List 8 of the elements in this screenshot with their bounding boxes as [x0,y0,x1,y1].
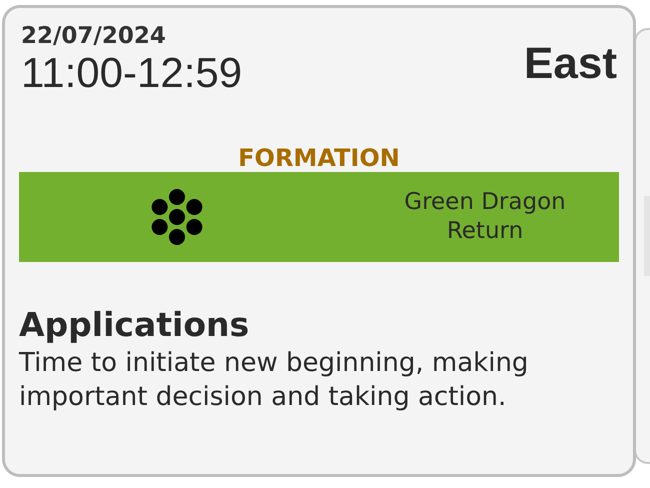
formation-label: FORMATION [237,144,401,172]
formation-name: Green Dragon Return [403,188,567,246]
direction-label: East [524,38,617,90]
time-range: 11:00-12:59 [21,50,242,96]
dots-cluster-icon [149,189,205,245]
date-text: 22/07/2024 [21,22,167,50]
applications-heading: Applications [19,304,250,346]
applications-text: Time to initiate new beginning, making important decision and taking action. [19,347,530,414]
